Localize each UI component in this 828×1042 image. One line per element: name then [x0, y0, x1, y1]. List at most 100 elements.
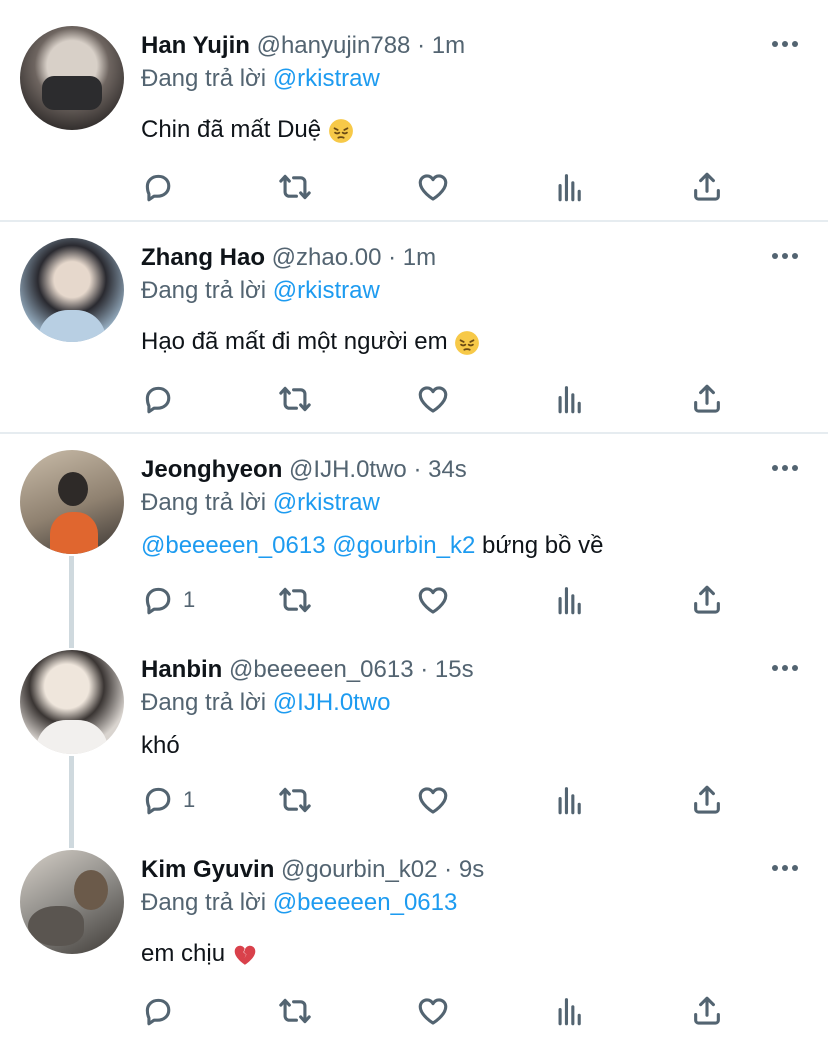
analytics-icon: [553, 994, 587, 1028]
share-button[interactable]: [690, 169, 724, 205]
retweet-button[interactable]: [278, 993, 312, 1029]
like-button[interactable]: [416, 381, 450, 417]
like-button[interactable]: [416, 582, 450, 618]
user-handle[interactable]: @zhao.00: [272, 244, 382, 271]
timestamp[interactable]: 9s: [459, 856, 484, 883]
timestamp[interactable]: 1m: [432, 32, 465, 59]
retweet-icon: [278, 583, 312, 617]
reply-icon: [141, 783, 175, 817]
tweet-text: Chin đã mất Duệ: [141, 116, 354, 144]
avatar[interactable]: [20, 650, 124, 754]
share-icon: [690, 783, 724, 817]
reply-context: Đang trả lời @IJH.0two: [141, 689, 391, 717]
share-button[interactable]: [690, 782, 724, 818]
tweet-text: @beeeeen_0613 @gourbin_k2 bứng bồ về: [141, 532, 604, 560]
tweet[interactable]: Kim Gyuvin @gourbin_k02 · 9s Đang trả lờ…: [0, 834, 828, 1042]
reply-button[interactable]: [141, 993, 175, 1029]
like-button[interactable]: [416, 169, 450, 205]
timestamp[interactable]: 1m: [403, 244, 436, 271]
reply-button[interactable]: [141, 381, 175, 417]
tweet[interactable]: Jeonghyeon @IJH.0two · 34s Đang trả lời …: [0, 434, 828, 634]
tweet[interactable]: Zhang Hao @zhao.00 · 1m Đang trả lời @rk…: [0, 222, 828, 434]
tweet-text-content: em chịu: [141, 940, 226, 967]
reply-count: 1: [183, 787, 196, 812]
tweet-actions: 1: [141, 582, 741, 618]
more-icon[interactable]: [772, 465, 798, 471]
reply-prefix: Đang trả lời: [141, 689, 267, 716]
reply-to-mention[interactable]: @rkistraw: [273, 65, 380, 92]
retweet-button[interactable]: [278, 782, 312, 818]
tweet[interactable]: Hanbin @beeeeen_0613 · 15s Đang trả lời …: [0, 634, 828, 834]
analytics-button[interactable]: [553, 169, 587, 205]
share-button[interactable]: [690, 993, 724, 1029]
timestamp[interactable]: 15s: [435, 656, 474, 683]
more-icon[interactable]: [772, 253, 798, 259]
reply-to-mention[interactable]: @rkistraw: [273, 489, 380, 516]
retweet-button[interactable]: [278, 582, 312, 618]
reply-context: Đang trả lời @rkistraw: [141, 65, 380, 93]
like-button[interactable]: [416, 782, 450, 818]
avatar[interactable]: [20, 450, 124, 554]
share-button[interactable]: [690, 381, 724, 417]
more-icon[interactable]: [772, 865, 798, 871]
tweet-text-content: khó: [141, 732, 180, 759]
mention-link[interactable]: @beeeeen_0613: [141, 532, 326, 559]
reply-icon: [141, 583, 175, 617]
display-name[interactable]: Kim Gyuvin: [141, 856, 274, 883]
tweet-actions: 1: [141, 782, 741, 818]
reply-to-mention[interactable]: @IJH.0two: [273, 689, 391, 716]
like-icon: [416, 382, 450, 416]
more-icon[interactable]: [772, 665, 798, 671]
analytics-button[interactable]: [553, 582, 587, 618]
analytics-icon: [553, 783, 587, 817]
display-name[interactable]: Hanbin: [141, 656, 222, 683]
reply-to-mention[interactable]: @rkistraw: [273, 277, 380, 304]
more-icon[interactable]: [772, 41, 798, 47]
analytics-icon: [553, 382, 587, 416]
user-handle[interactable]: @hanyujin788: [257, 32, 411, 59]
pensive-face-icon: [328, 118, 354, 144]
display-name[interactable]: Jeonghyeon: [141, 456, 282, 483]
tweet-header: Han Yujin @hanyujin788 · 1m: [141, 32, 465, 60]
user-handle[interactable]: @IJH.0two: [289, 456, 407, 483]
display-name[interactable]: Zhang Hao: [141, 244, 265, 271]
retweet-icon: [278, 783, 312, 817]
avatar[interactable]: [20, 850, 124, 954]
reply-icon: [141, 382, 175, 416]
mention-link[interactable]: @gourbin_k2: [332, 532, 475, 559]
like-icon: [416, 583, 450, 617]
reply-prefix: Đang trả lời: [141, 65, 267, 92]
reply-button[interactable]: [141, 169, 175, 205]
user-handle[interactable]: @beeeeen_0613: [229, 656, 414, 683]
tweet-actions: [141, 169, 741, 205]
like-icon: [416, 783, 450, 817]
display-name[interactable]: Han Yujin: [141, 32, 250, 59]
reply-icon: [141, 994, 175, 1028]
share-button[interactable]: [690, 582, 724, 618]
reply-prefix: Đang trả lời: [141, 277, 267, 304]
reply-to-mention[interactable]: @beeeeen_0613: [273, 889, 458, 916]
analytics-icon: [553, 170, 587, 204]
tweet-text: em chịu: [141, 940, 258, 968]
like-button[interactable]: [416, 993, 450, 1029]
tweet-actions: [141, 993, 741, 1029]
tweet[interactable]: Han Yujin @hanyujin788 · 1m Đang trả lời…: [0, 0, 828, 222]
tweet-text-content: bứng bồ về: [482, 532, 604, 559]
reply-button[interactable]: 1: [141, 782, 195, 818]
separator-dot: ·: [420, 656, 429, 683]
avatar[interactable]: [20, 26, 124, 130]
user-handle[interactable]: @gourbin_k02: [281, 856, 437, 883]
retweet-button[interactable]: [278, 169, 312, 205]
pensive-face-icon: [454, 330, 480, 356]
analytics-button[interactable]: [553, 381, 587, 417]
retweet-button[interactable]: [278, 381, 312, 417]
reply-count: 1: [183, 587, 196, 612]
separator-dot: ·: [444, 856, 453, 883]
analytics-button[interactable]: [553, 993, 587, 1029]
analytics-button[interactable]: [553, 782, 587, 818]
reply-button[interactable]: 1: [141, 582, 195, 618]
avatar[interactable]: [20, 238, 124, 342]
reply-prefix: Đang trả lời: [141, 489, 267, 516]
timestamp[interactable]: 34s: [428, 456, 467, 483]
broken-heart-icon: [232, 942, 258, 968]
